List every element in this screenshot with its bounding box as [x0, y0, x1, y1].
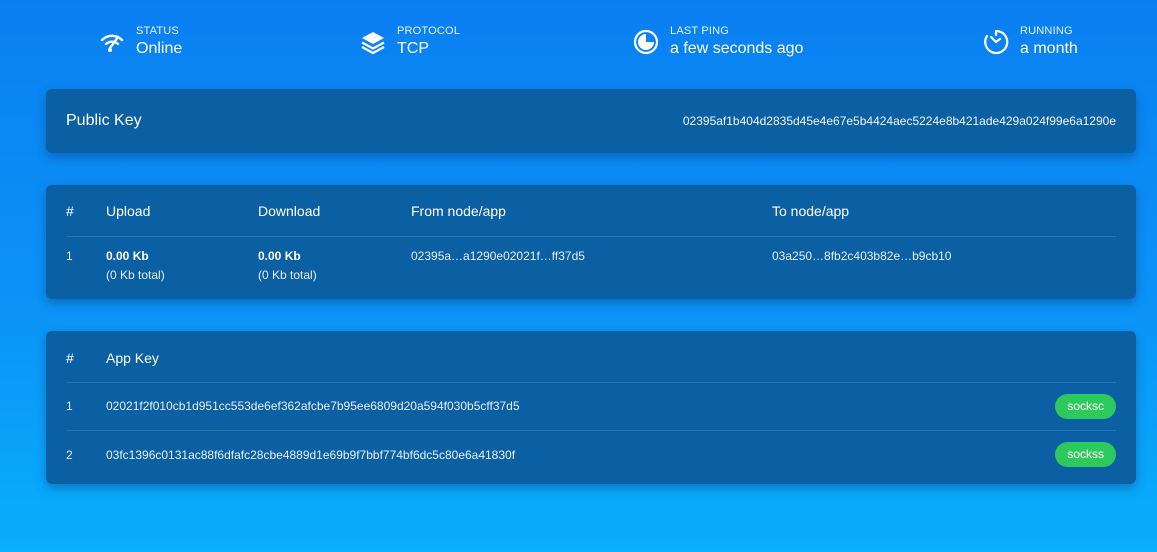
stat-status: STATUS Online	[98, 24, 182, 59]
public-key-label: Public Key	[66, 112, 142, 129]
header-upload: Upload	[106, 203, 151, 219]
stat-label: STATUS	[136, 25, 179, 37]
transports-table: # Upload Download From node/app To node/…	[46, 185, 1136, 299]
stat-label: PROTOCOL	[397, 25, 461, 37]
row-index: 1	[66, 249, 73, 263]
row-divider	[66, 236, 1116, 237]
apps-table: # App Key 1 02021f2f010cb1d951cc553de6ef…	[46, 331, 1136, 484]
stat-label: RUNNING	[1020, 25, 1073, 37]
header-to: To node/app	[772, 203, 850, 219]
layers-icon	[359, 28, 387, 56]
download-value: 0.00 Kb	[258, 249, 301, 263]
stat-label: LAST PING	[670, 25, 730, 37]
header-from: From node/app	[411, 203, 506, 219]
moon-clock-icon	[632, 28, 660, 56]
app-type-badge: sockss	[1055, 442, 1116, 467]
stat-protocol: PROTOCOL TCP	[359, 24, 460, 59]
timer-icon	[982, 28, 1010, 56]
table-row[interactable]: 1 02021f2f010cb1d951cc553de6ef362afcbe7b…	[66, 383, 1116, 431]
download-total: (0 Kb total)	[258, 268, 317, 282]
stat-value: a few seconds ago	[670, 40, 804, 57]
row-index: 1	[66, 399, 73, 413]
upload-total: (0 Kb total)	[106, 268, 165, 282]
app-key: 03fc1396c0131ac88f6dfafc28cbe4889d1e69b9…	[106, 448, 516, 462]
stat-running: RUNNING a month	[982, 24, 1078, 59]
header-index: #	[66, 350, 74, 366]
stat-value: TCP	[397, 40, 429, 57]
upload-value: 0.00 Kb	[106, 249, 149, 263]
app-key: 02021f2f010cb1d951cc553de6ef362afcbe7b95…	[106, 399, 520, 413]
row-index: 2	[66, 448, 73, 462]
to-node: 03a250…8fb2c403b82e…b9cb10	[772, 249, 952, 263]
public-key-card: Public Key 02395af1b404d2835d45e4e67e5b4…	[46, 89, 1136, 153]
header-index: #	[66, 203, 74, 219]
app-type-badge: socksc	[1055, 394, 1116, 419]
public-key-value[interactable]: 02395af1b404d2835d45e4e67e5b4424aec5224e…	[683, 114, 1116, 128]
table-row[interactable]: 2 03fc1396c0131ac88f6dfafc28cbe4889d1e69…	[66, 431, 1116, 479]
stat-value: a month	[1020, 40, 1078, 57]
stat-last-ping: LAST PING a few seconds ago	[632, 24, 803, 59]
wifi-signal-icon	[98, 28, 126, 56]
header-download: Download	[258, 203, 321, 219]
header-app-key: App Key	[106, 350, 159, 366]
stat-value: Online	[136, 40, 183, 57]
from-node: 02395a…a1290e02021f…ff37d5	[411, 249, 585, 263]
stats-bar: STATUS Online PROTOCOL TCP LAST PING a f…	[0, 0, 1157, 89]
